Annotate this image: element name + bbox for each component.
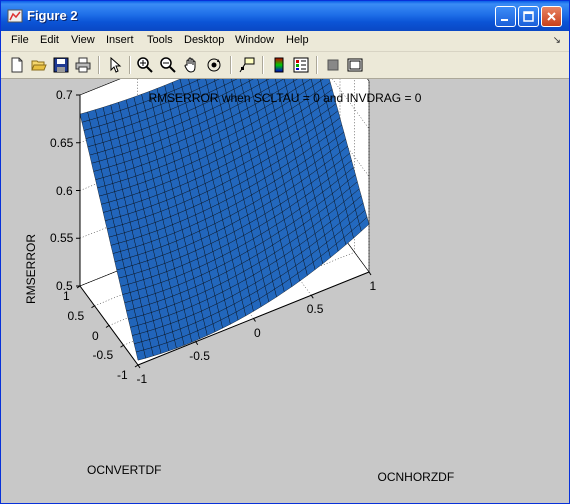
y-tick-mark [134,364,139,368]
title-bar[interactable]: Figure 2 [1,1,569,31]
z-tick-label: 0.55 [50,231,74,246]
select-arrow-icon[interactable] [105,55,125,75]
menu-help[interactable]: Help [286,34,309,46]
data-cursor-icon[interactable] [237,55,257,75]
y-tick-label: -0.5 [92,348,114,363]
colorbar-icon[interactable] [269,55,289,75]
x-tick-mark [137,364,141,369]
menu-edit[interactable]: Edit [40,34,59,46]
y-axis-label: OCNVERTDF [87,463,162,477]
toolbar-separator [129,56,131,74]
menu-bar: File Edit View Insert Tools Desktop Wind… [1,31,569,52]
y-tick-mark [120,344,124,348]
x-tick-mark [310,294,314,299]
hide-plot-tools-icon[interactable] [323,55,343,75]
new-figure-icon[interactable] [7,55,27,75]
close-button[interactable] [541,6,562,27]
surface-plot[interactable] [1,79,569,503]
y-tick-label: 0 [92,328,99,343]
figure-window: Figure 2 File Edit View Insert Tools Des… [0,0,570,504]
open-file-icon[interactable] [29,55,49,75]
x-tick-label: 1 [369,279,377,293]
figure-toolbar [1,52,569,79]
z-tick-label: 0.7 [56,88,73,102]
menu-file[interactable]: File [11,34,29,46]
maximize-icon [523,11,534,22]
toolbar-separator [230,56,232,74]
matlab-figure-icon [7,9,23,23]
x-tick-mark [253,318,256,322]
menu-view[interactable]: View [71,34,95,46]
y-tick-label: -1 [117,368,128,382]
minimize-button[interactable] [495,6,516,27]
x-axis-label: OCNHORZDF [377,470,455,484]
save-icon[interactable] [51,55,71,75]
legend-icon[interactable] [291,55,311,75]
minimize-icon [501,19,508,21]
z-tick-label: 0.6 [56,183,73,198]
x-tick-label: 0.5 [306,302,324,317]
zoom-out-icon[interactable] [158,55,178,75]
menu-desktop[interactable]: Desktop [184,34,224,46]
y-tick-mark [105,325,110,328]
show-plot-tools-icon[interactable] [345,55,365,75]
z-tick-label: 0.5 [56,279,73,293]
z-axis-label: RMSERROR [24,233,39,305]
toolbar-separator [262,56,264,74]
toolbar-separator [98,56,100,74]
z-tick-label: 0.65 [50,135,74,150]
x-tick-label: -0.5 [189,348,210,363]
x-tick-label: -1 [136,372,148,386]
menu-tools[interactable]: Tools [147,34,173,46]
figure-canvas[interactable]: RMSERROR when SCLTAU = 0 and INVDRAG = 0… [1,79,569,503]
y-tick-label: 0.5 [67,308,85,323]
toolbar-separator [316,56,318,74]
print-icon[interactable] [73,55,93,75]
x-tick-label: 0 [254,325,261,340]
maximize-button[interactable] [518,6,539,27]
y-tick-mark [91,305,95,309]
window-title: Figure 2 [27,8,78,23]
zoom-in-icon[interactable] [135,55,155,75]
rotate-3d-icon[interactable] [204,55,224,75]
close-icon [547,12,556,21]
menu-dock-arrow-icon[interactable]: ↘ [553,35,561,46]
x-tick-mark [195,341,199,346]
menu-insert[interactable]: Insert [106,34,134,46]
plot-title: RMSERROR when SCLTAU = 0 and INVDRAG = 0 [148,91,422,105]
pan-hand-icon[interactable] [181,55,201,75]
x-tick-mark [368,271,372,276]
menu-window[interactable]: Window [235,34,274,46]
